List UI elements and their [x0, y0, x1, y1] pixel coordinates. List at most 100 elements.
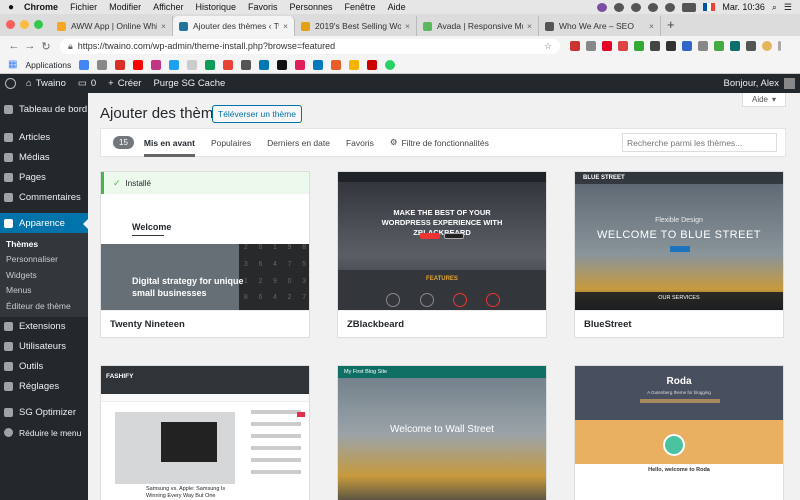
new-content-link[interactable]: + Créer: [108, 78, 141, 89]
theme-card[interactable]: Roda A Gutenberg theme for blogging Hell…: [574, 365, 784, 500]
menu-personnes[interactable]: Personnes: [290, 2, 333, 12]
bookmark-icon[interactable]: [367, 59, 378, 70]
menu-chrome[interactable]: Chrome: [24, 2, 58, 12]
bookmark-icon[interactable]: [79, 59, 90, 70]
extension-icon[interactable]: [682, 41, 692, 51]
tab-latest[interactable]: Derniers en date: [267, 128, 330, 157]
submenu-theme-editor[interactable]: Éditeur de thème: [0, 298, 88, 314]
extension-icon[interactable]: [634, 41, 644, 51]
menu-fichier[interactable]: Fichier: [70, 2, 97, 12]
extension-icon[interactable]: [714, 41, 724, 51]
wifi-icon[interactable]: [665, 2, 676, 12]
extension-icon[interactable]: [650, 41, 660, 51]
flag-icon[interactable]: [703, 3, 716, 11]
search-icon[interactable]: ⌕: [772, 2, 777, 13]
extension-icon[interactable]: [586, 41, 596, 51]
menu-fenetre[interactable]: Fenêtre: [345, 2, 376, 12]
bookmark-icon[interactable]: [313, 59, 324, 70]
bookmark-icon[interactable]: [295, 59, 306, 70]
bookmark-icon[interactable]: [187, 59, 198, 70]
submenu-themes[interactable]: Thèmes: [0, 236, 88, 252]
close-tab-icon[interactable]: ×: [527, 21, 532, 31]
tab-favorites[interactable]: Favoris: [346, 128, 374, 157]
url-field[interactable]: 🔒︎ https://twaino.com/wp-admin/theme-ins…: [60, 38, 560, 54]
sidebar-item-users[interactable]: Utilisateurs: [0, 337, 88, 357]
sidebar-item-appearance[interactable]: Apparence: [0, 213, 88, 233]
browser-tab-active[interactable]: Ajouter des thèmes ‹ Twaino — ×: [173, 16, 295, 36]
theme-card[interactable]: MAKE THE BEST OF YOUR WORDPRESS EXPERIEN…: [337, 171, 547, 338]
profile-icon[interactable]: [762, 41, 772, 51]
forward-icon[interactable]: →: [22, 40, 38, 52]
theme-card[interactable]: My First Blog Site Welcome to Wall Stree…: [337, 365, 547, 500]
zoom-window-button[interactable]: [34, 20, 43, 29]
close-window-button[interactable]: [6, 20, 15, 29]
menu-icon[interactable]: ☰: [784, 2, 792, 13]
submenu-widgets[interactable]: Widgets: [0, 267, 88, 283]
theme-screenshot[interactable]: BLUE STREET Flexible Design WELCOME TO B…: [575, 172, 783, 310]
bookmark-icon[interactable]: [331, 59, 342, 70]
apps-icon[interactable]: ▦: [8, 59, 17, 70]
collapse-menu-button[interactable]: Réduire le menu: [0, 423, 88, 443]
theme-card[interactable]: BLUE STREET Flexible Design WELCOME TO B…: [574, 171, 784, 338]
status-icon[interactable]: [597, 2, 608, 12]
theme-screenshot[interactable]: ✓ Installé Welcome 20198364751290386427 D…: [101, 172, 309, 310]
extension-icon[interactable]: [730, 41, 740, 51]
close-tab-icon[interactable]: ×: [161, 21, 166, 31]
theme-screenshot[interactable]: MAKE THE BEST OF YOUR WORDPRESS EXPERIEN…: [338, 172, 546, 310]
back-icon[interactable]: ←: [6, 40, 22, 52]
comments-link[interactable]: ▭ 0: [78, 78, 96, 89]
bookmark-icon[interactable]: [349, 59, 360, 70]
bookmark-icon[interactable]: [223, 59, 234, 70]
extension-icon[interactable]: [746, 41, 756, 51]
bookmark-icon[interactable]: [259, 59, 270, 70]
battery-icon[interactable]: [682, 2, 697, 12]
extension-icon[interactable]: [666, 41, 676, 51]
bookmark-icon[interactable]: [151, 59, 162, 70]
close-tab-icon[interactable]: ×: [649, 21, 654, 31]
reload-icon[interactable]: ↻: [38, 40, 54, 53]
sidebar-item-sg-optimizer[interactable]: SG Optimizer: [0, 403, 88, 423]
apple-icon[interactable]: ●: [8, 2, 14, 13]
browser-tab[interactable]: Avada | Responsive Multi-Purp ×: [417, 16, 539, 36]
bookmark-icon[interactable]: [115, 59, 126, 70]
bookmark-star-icon[interactable]: ☆: [544, 41, 552, 52]
new-tab-button[interactable]: +: [661, 17, 681, 36]
sidebar-item-comments[interactable]: Commentaires: [0, 187, 88, 207]
sidebar-item-settings[interactable]: Réglages: [0, 377, 88, 397]
submenu-customize[interactable]: Personnaliser: [0, 252, 88, 268]
bookmark-icon[interactable]: [169, 59, 180, 70]
greeting[interactable]: Bonjour, Alex: [724, 78, 779, 89]
avatar[interactable]: [784, 78, 795, 89]
submenu-menus[interactable]: Menus: [0, 283, 88, 299]
theme-screenshot[interactable]: My First Blog Site Welcome to Wall Stree…: [338, 366, 546, 500]
menu-favoris[interactable]: Favoris: [248, 2, 278, 12]
help-button[interactable]: Aide ▾: [742, 93, 786, 107]
sidebar-item-pages[interactable]: Pages: [0, 167, 88, 187]
tab-popular[interactable]: Populaires: [211, 128, 251, 157]
bookmark-icon[interactable]: [385, 59, 396, 70]
bookmark-icon[interactable]: [205, 59, 216, 70]
cloud-icon[interactable]: [648, 2, 659, 12]
sidebar-item-posts[interactable]: Articles: [0, 127, 88, 147]
minimize-window-button[interactable]: [20, 20, 29, 29]
bookmark-icon[interactable]: [133, 59, 144, 70]
upload-theme-button[interactable]: Téléverser un thème: [212, 105, 302, 123]
sidebar-item-dashboard[interactable]: Tableau de bord: [0, 99, 88, 119]
browser-tab[interactable]: Who We Are – SEO ×: [539, 16, 661, 36]
bookmark-icon[interactable]: [97, 59, 108, 70]
menu-modifier[interactable]: Modifier: [109, 2, 141, 12]
extension-icon[interactable]: [602, 41, 612, 51]
status-icon[interactable]: [614, 2, 625, 12]
theme-card[interactable]: ✓ Installé Welcome 20198364751290386427 D…: [100, 171, 310, 338]
bookmark-icon[interactable]: [277, 59, 288, 70]
sidebar-item-plugins[interactable]: Extensions: [0, 317, 88, 337]
chrome-menu-icon[interactable]: [778, 41, 781, 51]
close-tab-icon[interactable]: ×: [283, 21, 288, 31]
site-name-link[interactable]: ⌂ Twaino: [26, 78, 66, 89]
theme-screenshot[interactable]: FASHIFY Samsung vs. Apple: Samsung Is Wi…: [101, 366, 309, 500]
extension-icon[interactable]: [618, 41, 628, 51]
extension-icon[interactable]: [570, 41, 580, 51]
theme-card[interactable]: FASHIFY Samsung vs. Apple: Samsung Is Wi…: [100, 365, 310, 500]
browser-tab[interactable]: 2019's Best Selling WordPress×: [295, 16, 417, 36]
clock[interactable]: Mar. 10:36: [722, 2, 765, 12]
